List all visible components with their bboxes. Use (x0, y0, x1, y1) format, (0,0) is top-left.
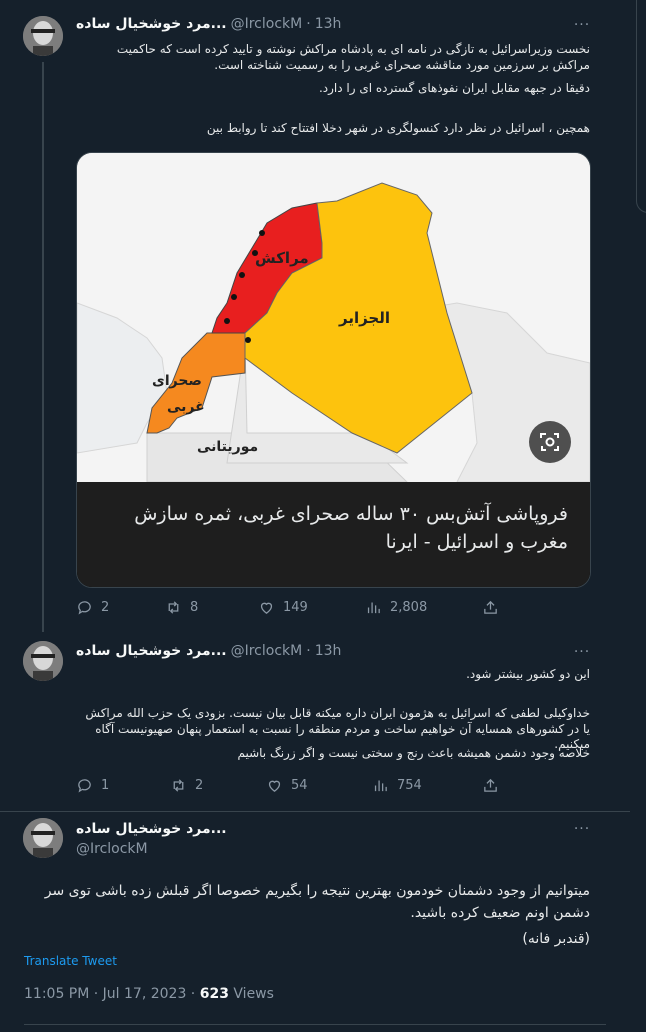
views-icon (367, 602, 380, 614)
avatar-image (23, 641, 63, 681)
like-count: 54 (291, 778, 308, 793)
views-label: Views (228, 986, 274, 1002)
thread-connector-line (42, 62, 44, 632)
avatar[interactable] (23, 641, 63, 681)
tweet-thread: مرد خوشخیال ساده... @IrclockM · 13h ··· … (0, 0, 631, 1032)
tweet-text-line: نخست وزیراسرائیل به تازگی در نامه ای به … (116, 42, 590, 72)
like-button[interactable]: 54 (266, 777, 308, 794)
map-image: مراکش الجزایر صحرای غربی موریتانی (77, 153, 590, 483)
share-button[interactable] (482, 777, 507, 794)
tweet-text-line: این دو کشور بیشتر شود. (466, 667, 590, 681)
heart-icon (268, 780, 281, 792)
separator-dot: · (306, 16, 311, 32)
author-handle[interactable]: @IrclockM (231, 643, 303, 659)
reply-count: 1 (101, 778, 110, 793)
reply-icon (78, 779, 91, 793)
author-name[interactable]: مرد خوشخیال ساده... (76, 821, 227, 837)
tweet-text-line: خلاصه وجود دشمن همیشه باعث رنج و سختی نی… (237, 746, 590, 760)
avatar[interactable] (23, 818, 63, 858)
right-column-card-edge (636, 0, 646, 213)
tweet-time[interactable]: 13h (315, 643, 342, 659)
map-label-mauritania: موریتانی (197, 439, 259, 455)
tweet-header: مرد خوشخیال ساده... @IrclockM · 13h (76, 643, 341, 659)
views-button[interactable]: 2,808 (365, 599, 427, 616)
tweet-metadata: 11:05 PM · Jul 17, 2023 · 623 Views (24, 986, 274, 1002)
tweet-text-line: دقیقا در جبهه مقابل ایران نفوذهای گسترده… (318, 81, 590, 95)
retweet-count: 2 (195, 778, 204, 793)
views-count: 754 (397, 778, 422, 793)
reply-count: 2 (101, 600, 110, 615)
tweet-text-line: میتوانیم از وجود دشمنان خودمون بهترین نت… (44, 883, 590, 921)
retweet-icon (173, 779, 184, 792)
separator-dot: · (306, 643, 311, 659)
card-title: فروپاشی آتش‌بس ۳۰ ساله صحرای غربی، ثمره … (134, 503, 568, 553)
more-options-icon[interactable]: ··· (572, 17, 592, 33)
tweet-divider (24, 1024, 606, 1025)
share-button[interactable] (482, 599, 507, 616)
share-icon (484, 600, 497, 614)
map-graphic (77, 153, 590, 483)
tweet-actions: 2 8 149 2,808 (76, 599, 502, 619)
avatar-image (23, 818, 63, 858)
author-handle[interactable]: @IrclockM (231, 16, 303, 32)
tweet-divider (0, 811, 630, 812)
author-handle[interactable]: @IrclockM (76, 841, 148, 857)
tweet-time[interactable]: 13h (315, 16, 342, 32)
author-name[interactable]: مرد خوشخیال ساده... (76, 643, 227, 659)
tweet-text-line: همچین ، اسرائیل در نظر دارد کنسولگری در … (206, 121, 590, 135)
views-icon (374, 780, 387, 792)
views-count: 2,808 (390, 600, 428, 615)
reply-icon (78, 601, 91, 615)
author-name[interactable]: مرد خوشخیال ساده... (76, 16, 227, 32)
retweet-count: 8 (190, 600, 199, 615)
map-label-western-sahara: غربی (167, 399, 205, 415)
more-options-icon[interactable]: ··· (572, 821, 592, 837)
retweet-icon (168, 601, 179, 614)
views-count: 623 (199, 986, 229, 1002)
translate-tweet-link[interactable]: Translate Tweet (24, 954, 117, 968)
reply-button[interactable]: 1 (76, 777, 109, 794)
avatar-image (23, 16, 63, 56)
lens-icon-glyph (540, 433, 559, 451)
map-label-morocco: مراکش (255, 249, 309, 267)
map-label-western-sahara: صحرای (152, 373, 202, 389)
more-options-icon[interactable]: ··· (572, 644, 592, 660)
like-count: 149 (283, 600, 308, 615)
tweet-text-line: (قندبر فانه) (522, 931, 590, 947)
tweet-timestamp[interactable]: 11:05 PM · Jul 17, 2023 · (24, 986, 200, 1002)
lens-search-icon[interactable] (529, 421, 571, 463)
avatar[interactable] (23, 16, 63, 56)
card-caption-area: فروپاشی آتش‌بس ۳۰ ساله صحرای غربی، ثمره … (77, 482, 590, 587)
tweet-header: مرد خوشخیال ساده... (76, 821, 227, 837)
retweet-button[interactable]: 2 (170, 777, 203, 794)
retweet-button[interactable]: 8 (165, 599, 198, 616)
map-label-algeria: الجزایر (339, 309, 391, 327)
reply-button[interactable]: 2 (76, 599, 109, 616)
views-button[interactable]: 754 (372, 777, 422, 794)
heart-icon (260, 602, 273, 614)
like-button[interactable]: 149 (258, 599, 308, 616)
tweet-actions: 1 2 54 754 (76, 777, 502, 797)
tweet-header: مرد خوشخیال ساده... @IrclockM · 13h (76, 16, 341, 32)
share-icon (484, 778, 497, 792)
link-card[interactable]: مراکش الجزایر صحرای غربی موریتانی فروپاش… (76, 152, 591, 588)
